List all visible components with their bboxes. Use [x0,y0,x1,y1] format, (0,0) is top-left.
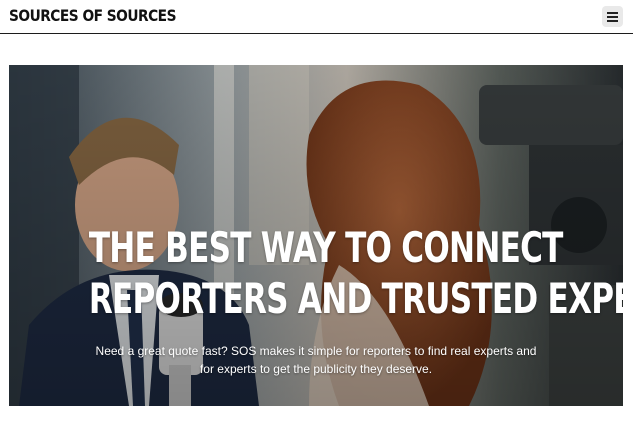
hero-subtitle: Need a great quote fast? SOS makes it si… [95,344,537,376]
hamburger-menu-icon [607,11,618,14]
hamburger-menu-icon [607,15,618,18]
hero-title: THE BEST WAY TO CONNECT REPORTERS AND TR… [9,222,623,324]
hero-title-line-1: THE BEST WAY TO CONNECT [88,223,564,272]
menu-toggle-button[interactable] [602,6,623,27]
hero-title-line-2: REPORTERS AND TRUSTED EXPERTS [88,274,623,323]
hamburger-menu-icon [607,19,618,22]
site-header: SOURCES OF SOURCES [0,0,633,34]
site-logo-text[interactable]: SOURCES OF SOURCES [9,6,176,25]
hero-banner: THE BEST WAY TO CONNECT REPORTERS AND TR… [9,65,623,406]
